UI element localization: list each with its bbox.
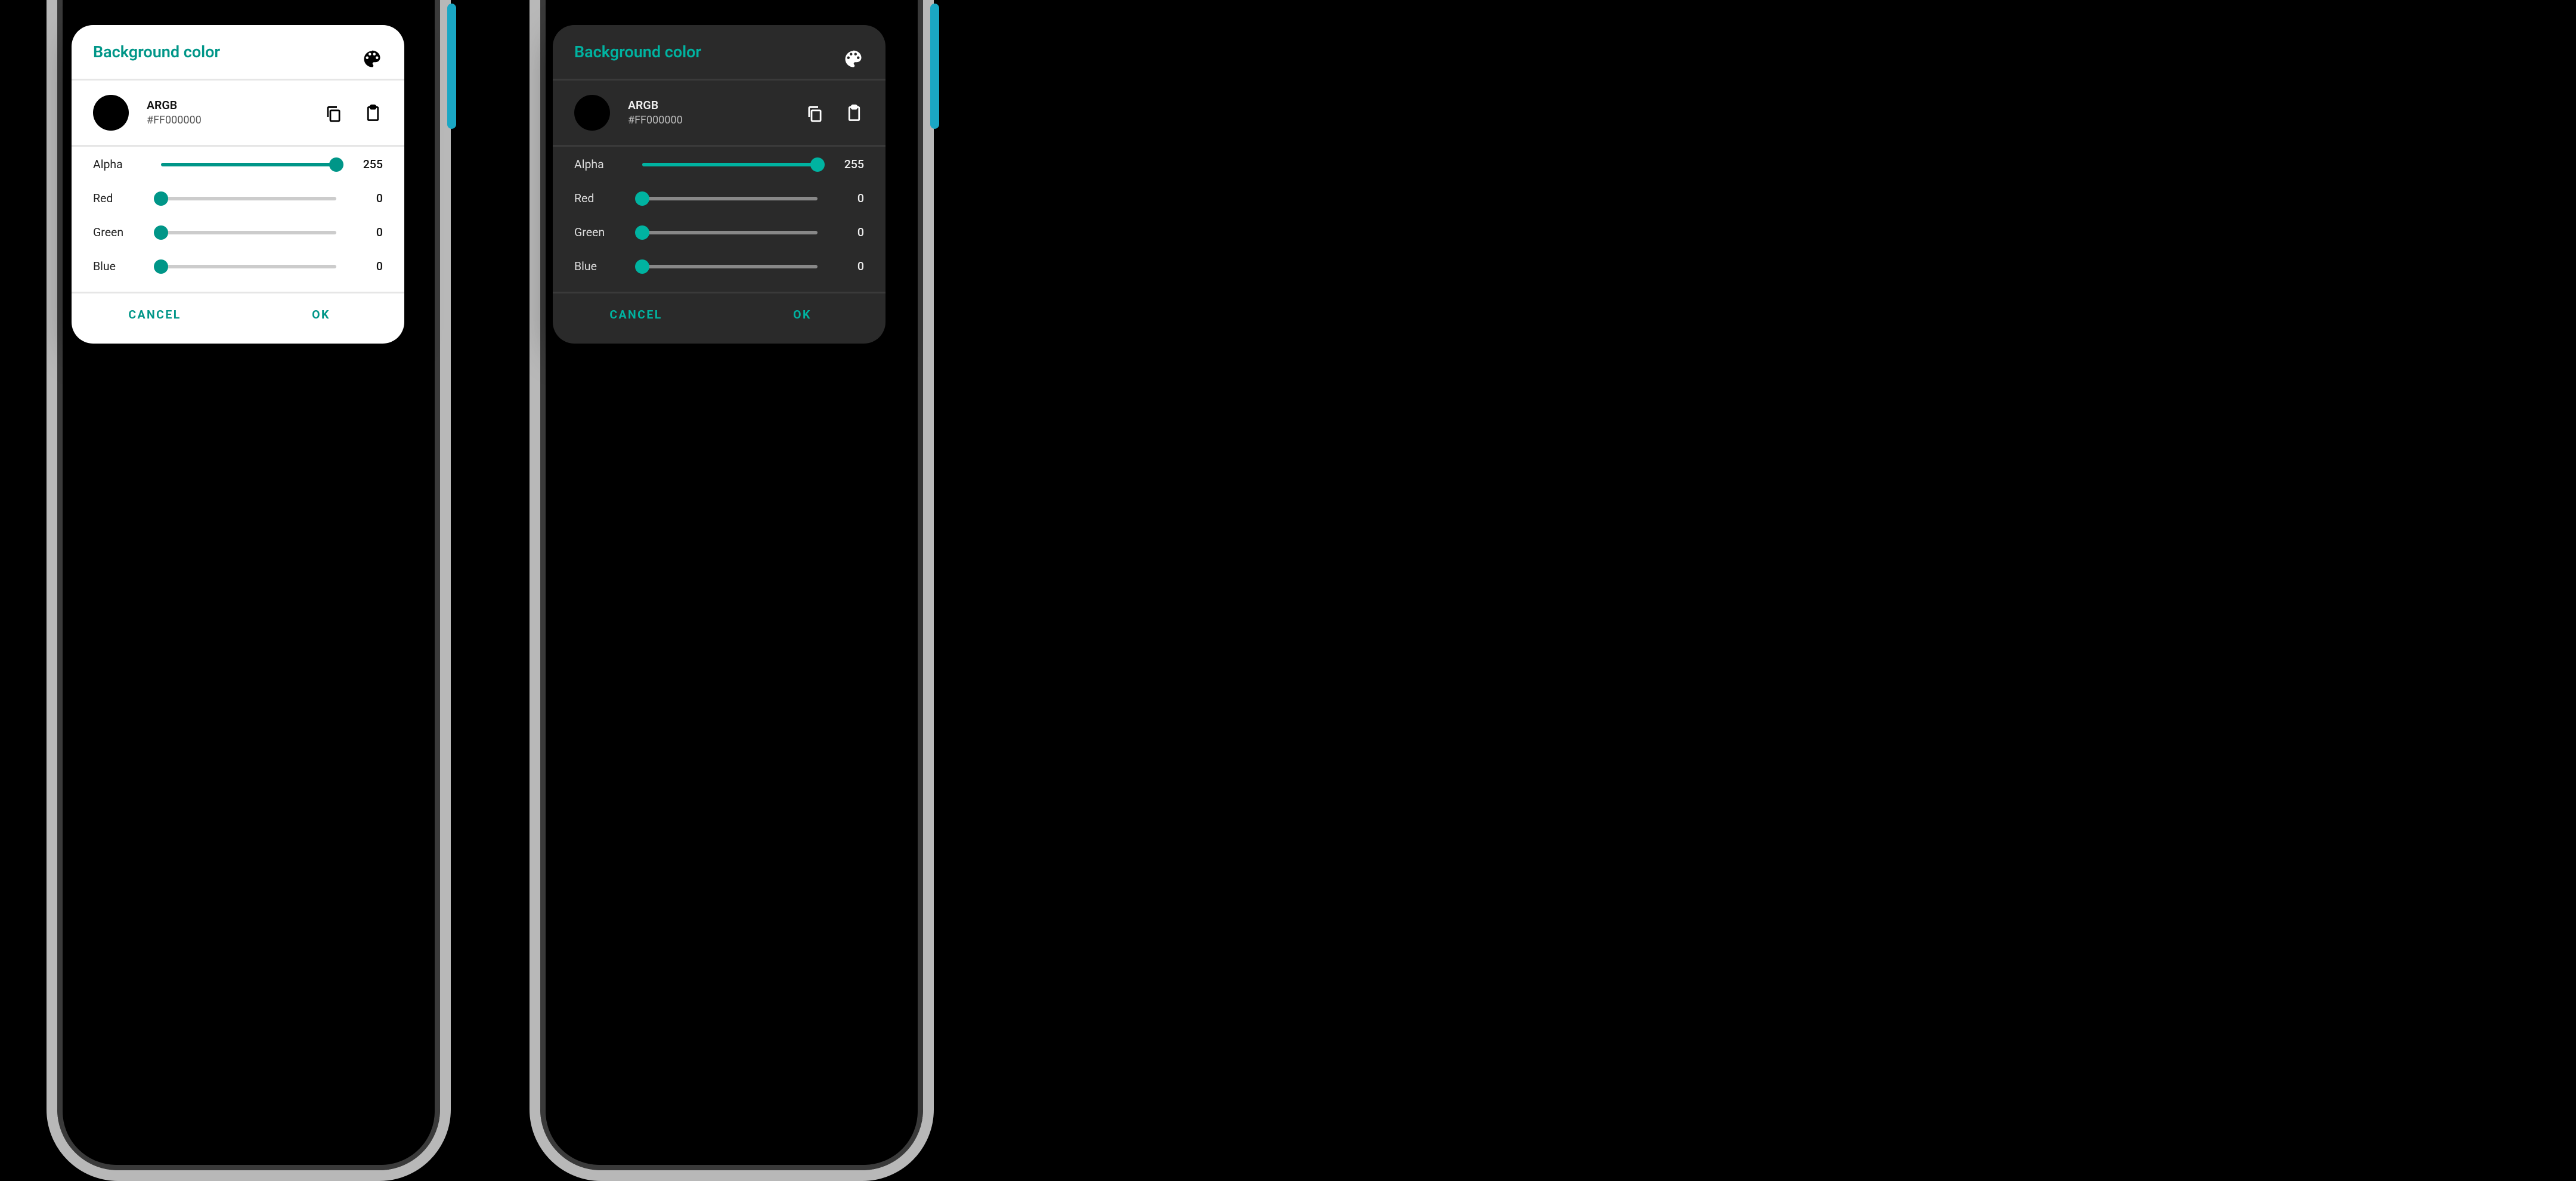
dialog-actions: CANCEL OK bbox=[553, 293, 886, 344]
slider-track[interactable] bbox=[642, 231, 818, 234]
slider-label: Blue bbox=[93, 259, 147, 274]
slider-value: 255 bbox=[351, 157, 383, 172]
color-swatch bbox=[574, 95, 610, 131]
dialog-title: Background color bbox=[574, 45, 701, 63]
slider-track[interactable] bbox=[642, 163, 818, 166]
slider-thumb[interactable] bbox=[154, 225, 168, 240]
sliders-container: Alpha 255 Red 0 Green bbox=[72, 147, 404, 292]
color-picker-dialog-light: Background color ARGB #FF000000 Alpha bbox=[72, 25, 404, 344]
slider-track[interactable] bbox=[161, 197, 336, 200]
slider-blue: Blue 0 bbox=[574, 259, 864, 274]
dialog-title: Background color bbox=[93, 45, 220, 63]
slider-thumb[interactable] bbox=[329, 157, 343, 172]
slider-value: 0 bbox=[351, 191, 383, 206]
paste-icon[interactable] bbox=[843, 102, 864, 123]
slider-alpha: Alpha 255 bbox=[93, 157, 383, 172]
slider-value: 0 bbox=[832, 191, 864, 206]
slider-track[interactable] bbox=[642, 197, 818, 200]
slider-value: 0 bbox=[351, 225, 383, 240]
slider-thumb[interactable] bbox=[635, 225, 649, 240]
cancel-button[interactable]: CANCEL bbox=[553, 308, 719, 322]
slider-green: Green 0 bbox=[93, 225, 383, 240]
slider-label: Alpha bbox=[574, 157, 628, 172]
slider-track[interactable] bbox=[642, 265, 818, 268]
slider-thumb[interactable] bbox=[154, 191, 168, 206]
sliders-container: Alpha 255 Red 0 Green bbox=[553, 147, 886, 292]
color-preview-row: ARGB #FF000000 bbox=[553, 81, 886, 145]
dialog-header: Background color bbox=[553, 25, 886, 79]
copy-icon[interactable] bbox=[322, 102, 343, 123]
slider-value: 0 bbox=[832, 225, 864, 240]
slider-green: Green 0 bbox=[574, 225, 864, 240]
ok-button[interactable]: OK bbox=[238, 308, 404, 322]
palette-icon[interactable] bbox=[843, 43, 864, 64]
slider-red: Red 0 bbox=[93, 191, 383, 206]
slider-track[interactable] bbox=[161, 163, 336, 166]
slider-track[interactable] bbox=[161, 231, 336, 234]
cancel-button[interactable]: CANCEL bbox=[72, 308, 238, 322]
color-swatch bbox=[93, 95, 129, 131]
palette-icon[interactable] bbox=[361, 43, 383, 64]
slider-thumb[interactable] bbox=[154, 259, 168, 274]
slider-track[interactable] bbox=[161, 265, 336, 268]
slider-alpha: Alpha 255 bbox=[574, 157, 864, 172]
color-format-label: ARGB bbox=[628, 98, 785, 113]
slider-label: Green bbox=[574, 225, 628, 240]
slider-thumb[interactable] bbox=[635, 191, 649, 206]
dialog-actions: CANCEL OK bbox=[72, 293, 404, 344]
slider-value: 0 bbox=[832, 259, 864, 274]
slider-value: 255 bbox=[832, 157, 864, 172]
slider-label: Alpha bbox=[93, 157, 147, 172]
slider-thumb[interactable] bbox=[810, 157, 825, 172]
slider-blue: Blue 0 bbox=[93, 259, 383, 274]
slider-thumb[interactable] bbox=[635, 259, 649, 274]
slider-value: 0 bbox=[351, 259, 383, 274]
slider-label: Red bbox=[93, 191, 147, 206]
slider-label: Blue bbox=[574, 259, 628, 274]
ok-button[interactable]: OK bbox=[719, 308, 886, 322]
color-hex-value: #FF000000 bbox=[628, 115, 785, 127]
color-preview-row: ARGB #FF000000 bbox=[72, 81, 404, 145]
slider-label: Green bbox=[93, 225, 147, 240]
dialog-header: Background color bbox=[72, 25, 404, 79]
color-hex-value: #FF000000 bbox=[147, 115, 304, 127]
copy-icon[interactable] bbox=[803, 102, 825, 123]
slider-red: Red 0 bbox=[574, 191, 864, 206]
slider-label: Red bbox=[574, 191, 628, 206]
color-format-label: ARGB bbox=[147, 98, 304, 113]
color-picker-dialog-dark: Background color ARGB #FF000000 Alpha bbox=[553, 25, 886, 344]
paste-icon[interactable] bbox=[361, 102, 383, 123]
